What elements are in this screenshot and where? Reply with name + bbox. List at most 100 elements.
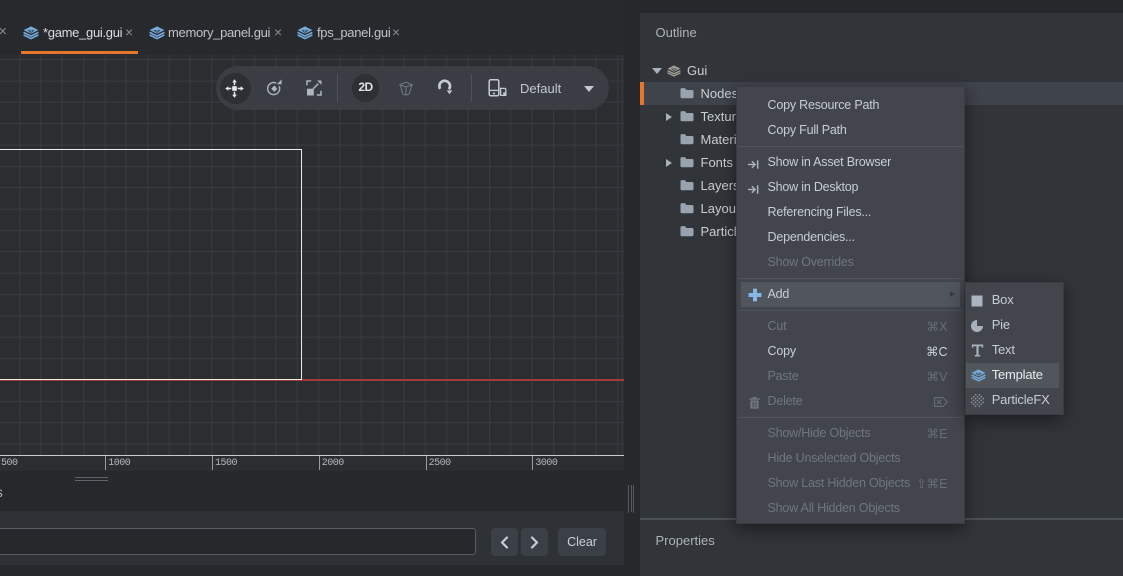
text-node-icon bbox=[971, 344, 984, 357]
phone-icon bbox=[488, 79, 507, 97]
scale-tool-icon[interactable] bbox=[305, 79, 323, 102]
ruler-tick-label: 500 bbox=[1, 458, 18, 469]
folder-icon bbox=[680, 179, 694, 191]
particlefx-node-icon bbox=[971, 394, 984, 407]
menu-item-shortcut: ⇧⌘E bbox=[916, 476, 947, 491]
menu-item-show-in-asset-browser[interactable]: Show in Asset Browser bbox=[737, 150, 964, 175]
orbit-camera-icon[interactable] bbox=[436, 79, 455, 102]
menu-separator bbox=[737, 307, 964, 314]
ruler-tick-label: 1000 bbox=[108, 458, 130, 469]
active-tab-underline bbox=[21, 51, 138, 54]
rotate-icon bbox=[265, 79, 283, 97]
submenu-item-text[interactable]: Text bbox=[966, 338, 1063, 363]
defold-editor-window: × *game_gui.gui× memory_panel.gui× fps_p… bbox=[0, 0, 1123, 576]
menu-item-add[interactable]: Add bbox=[737, 282, 964, 307]
submenu-item-template[interactable]: Template bbox=[966, 363, 1063, 388]
outline-row-icon bbox=[680, 86, 694, 104]
folder-icon bbox=[680, 202, 694, 214]
close-tab-icon[interactable]: × bbox=[0, 24, 7, 40]
menu-item-cut: Cut⌘X bbox=[737, 314, 964, 339]
lower-panel-header: s bbox=[0, 471, 624, 511]
menu-item-label: Show in Asset Browser bbox=[768, 155, 892, 169]
menu-item-label: Hide Unselected Objects bbox=[768, 451, 901, 465]
collapse-arrow-icon[interactable] bbox=[652, 68, 662, 74]
outline-row-gui[interactable]: Gui bbox=[640, 59, 1123, 82]
vertical-splitter-handle[interactable] bbox=[628, 485, 634, 513]
close-tab-icon[interactable]: × bbox=[392, 24, 400, 40]
horizontal-splitter-handle[interactable] bbox=[75, 477, 108, 481]
display-profile-value[interactable]: Default bbox=[520, 81, 561, 96]
move-tool-icon[interactable] bbox=[225, 79, 244, 103]
menu-item-shortcut: ⌘X bbox=[927, 319, 948, 334]
plus-icon bbox=[748, 288, 762, 302]
orbit-refresh-icon bbox=[436, 79, 455, 97]
find-next-button[interactable] bbox=[521, 528, 548, 556]
submenu-item-box[interactable]: Box bbox=[966, 288, 1063, 313]
close-tab-icon[interactable]: × bbox=[274, 24, 282, 40]
tab-label: memory_panel.gui bbox=[168, 25, 270, 40]
vertical-splitter[interactable] bbox=[624, 0, 640, 576]
menu-item-label: Referencing Files... bbox=[768, 205, 872, 219]
goto-icon bbox=[748, 184, 759, 195]
goto-icon bbox=[748, 159, 759, 170]
editor-left-section: × *game_gui.gui× memory_panel.gui× fps_p… bbox=[0, 0, 624, 576]
console-search-input[interactable] bbox=[0, 528, 476, 555]
rotate-tool-icon[interactable] bbox=[265, 79, 283, 102]
folder-icon bbox=[680, 225, 694, 237]
submenu-item-particlefx[interactable]: ParticleFX bbox=[966, 388, 1063, 413]
outline-row-icon bbox=[680, 109, 694, 127]
menu-item-show-hide-objects: Show/Hide Objects⌘E bbox=[737, 421, 964, 446]
gui-layers-icon bbox=[667, 65, 681, 77]
outline-row-icon bbox=[680, 132, 694, 150]
chevron-right-icon bbox=[530, 536, 539, 549]
horizontal-ruler: 50010001500200025003000 bbox=[0, 455, 624, 471]
ruler-tick-label: 2500 bbox=[429, 458, 451, 469]
clear-console-button[interactable]: Clear bbox=[558, 528, 606, 556]
add-submenu: Box Pie Text TemplateParticleFX bbox=[965, 282, 1064, 416]
menu-item-label: Delete bbox=[768, 394, 803, 408]
outline-row-label: Layers bbox=[701, 178, 740, 193]
menu-item-show-in-desktop[interactable]: Show in Desktop bbox=[737, 175, 964, 200]
menu-item-copy-resource-path[interactable]: Copy Resource Path bbox=[737, 93, 964, 118]
menu-item-shortcut: ⌘V bbox=[927, 369, 948, 384]
menu-item-referencing-files[interactable]: Referencing Files... bbox=[737, 200, 964, 225]
gui-scene-bounds bbox=[0, 149, 302, 381]
folder-icon bbox=[680, 110, 694, 122]
scene-canvas[interactable]: 2D Default bbox=[0, 55, 624, 456]
submenu-item-pie[interactable]: Pie bbox=[966, 313, 1063, 338]
submenu-item-icon bbox=[971, 319, 985, 333]
menu-separator bbox=[737, 143, 964, 150]
gui-file-icon bbox=[297, 26, 313, 40]
perspective-camera-icon[interactable] bbox=[398, 81, 414, 101]
menu-item-paste: Paste ⌘V bbox=[737, 364, 964, 389]
submenu-item-label: Pie bbox=[992, 317, 1010, 332]
menu-item-dependencies[interactable]: Dependencies... bbox=[737, 225, 964, 250]
menu-item-label: Copy Full Path bbox=[768, 123, 847, 137]
find-previous-button[interactable] bbox=[491, 528, 518, 556]
ruler-tick-label: 1500 bbox=[215, 458, 237, 469]
toolbar-separator bbox=[471, 74, 472, 102]
properties-panel-title: Properties bbox=[656, 533, 715, 548]
frustum-icon bbox=[398, 81, 414, 96]
menu-item-label: Paste bbox=[768, 369, 799, 383]
expand-arrow-icon[interactable] bbox=[666, 159, 672, 167]
outline-row-icon bbox=[680, 224, 694, 242]
expand-arrow-icon[interactable] bbox=[666, 113, 672, 121]
chevron-down-icon[interactable] bbox=[584, 86, 594, 92]
menu-item-copy[interactable]: Copy⌘C bbox=[737, 339, 964, 364]
menu-item-label: Show Overrides bbox=[768, 255, 854, 269]
outline-row-icon bbox=[680, 178, 694, 196]
menu-separator bbox=[737, 275, 964, 282]
menu-item-label: Add bbox=[768, 287, 790, 301]
editor-tab-bar: × *game_gui.gui× memory_panel.gui× fps_p… bbox=[0, 0, 624, 55]
outline-row-label: Nodes bbox=[701, 86, 739, 101]
outline-row-icon bbox=[667, 65, 681, 83]
menu-item-copy-full-path[interactable]: Copy Full Path bbox=[737, 118, 964, 143]
gui-layers-icon bbox=[297, 26, 313, 40]
lower-panel-tab-fragment[interactable]: s bbox=[0, 485, 3, 500]
2d-mode-toggle[interactable]: 2D bbox=[352, 74, 380, 102]
folder-icon bbox=[680, 133, 694, 145]
submenu-item-icon bbox=[971, 294, 985, 308]
folder-icon bbox=[680, 156, 694, 168]
close-tab-icon[interactable]: × bbox=[125, 24, 133, 40]
